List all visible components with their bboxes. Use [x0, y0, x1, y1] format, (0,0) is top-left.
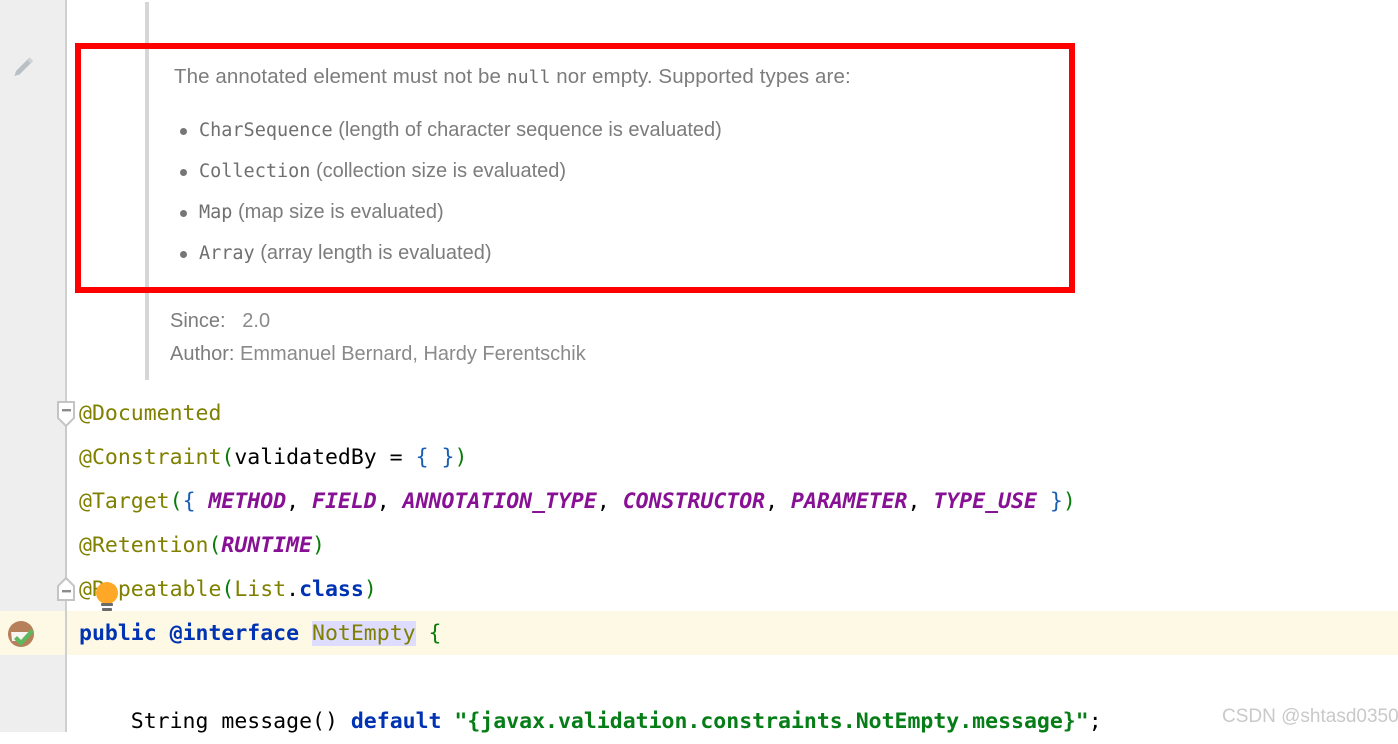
separator: ,	[286, 489, 313, 514]
fold-end-icon[interactable]	[54, 576, 80, 606]
list-item: CharSequence (length of character sequen…	[174, 115, 1154, 146]
annotation-token: @Documented	[79, 401, 222, 426]
javadoc-lead-after: nor empty. Supported types are:	[550, 65, 851, 88]
author-value: Emmanuel Bernard, Hardy Ferentschik	[240, 343, 586, 365]
return-type: String	[130, 709, 209, 734]
annotation-token: @Target	[79, 489, 170, 514]
brace-open: {	[182, 489, 196, 514]
type-name: Array	[199, 243, 255, 264]
code-line-constraint[interactable]: @Constraint(validatedBy = { })	[79, 436, 467, 480]
close-paren: )	[1062, 489, 1076, 514]
since-value: 2.0	[242, 310, 271, 332]
method-name: message()	[221, 709, 338, 734]
separator: ,	[907, 489, 934, 514]
brace-close: }	[1036, 489, 1063, 514]
class-keyword: class	[299, 577, 364, 602]
body-open-brace: {	[428, 621, 442, 646]
close-paren: )	[312, 533, 325, 558]
list-item: Map (map size is evaluated)	[174, 197, 1154, 228]
dot: .	[286, 577, 300, 602]
enum-constant: TYPE_USE	[933, 489, 1037, 514]
close-paren: )	[363, 577, 377, 602]
enum-constant: METHOD	[208, 489, 287, 514]
public-keyword: public	[79, 621, 157, 646]
annotation-token: @Constraint	[79, 445, 222, 470]
type-name-notempty: NotEmpty	[312, 621, 416, 646]
param-name: validatedBy	[234, 445, 377, 470]
enum-constant: ANNOTATION_TYPE	[402, 489, 597, 514]
close-paren: )	[454, 445, 468, 470]
list-item: Array (array length is evaluated)	[174, 238, 1154, 269]
brace-close: }	[441, 445, 455, 470]
intention-bulb-icon[interactable]	[92, 580, 122, 614]
fold-collapse-icon[interactable]	[54, 400, 80, 430]
inspection-widget-row	[0, 611, 65, 655]
ide-window: The annotated element must not be null n…	[0, 0, 1398, 734]
code-editor[interactable]: @Documented @Constraint(validatedBy = { …	[65, 392, 1398, 734]
enum-constant: FIELD	[312, 489, 377, 514]
semicolon: ;	[1088, 709, 1102, 734]
brace-space	[429, 445, 442, 470]
brace-open: {	[415, 445, 429, 470]
separator: ,	[765, 489, 791, 514]
javadoc-author-row: Author: Emmanuel Bernard, Hardy Ferentsc…	[170, 338, 586, 371]
pencil-icon[interactable]	[8, 52, 38, 82]
code-line-target[interactable]: @Target({ METHOD, FIELD, ANNOTATION_TYPE…	[79, 480, 1076, 524]
annotation-token: @Retention	[79, 533, 209, 558]
javadoc-meta-block: Since: 2.0 Author: Emmanuel Bernard, Har…	[170, 305, 586, 371]
type-description: (length of character sequence is evaluat…	[332, 119, 722, 141]
javadoc-since-row: Since: 2.0	[170, 305, 586, 338]
enum-constant: CONSTRUCTOR	[622, 489, 766, 514]
open-paren: (	[221, 577, 235, 602]
javadoc-lead-before: The annotated element must not be	[174, 65, 507, 88]
javadoc-lead-code-null: null	[506, 67, 551, 88]
since-label: Since:	[170, 310, 226, 332]
open-paren: (	[221, 445, 235, 470]
open-paren: (	[208, 533, 222, 558]
type-name: Collection	[199, 161, 311, 182]
code-line-message-method[interactable]: String message() default "{javax.validat…	[79, 700, 1102, 744]
javadoc-quote-bar	[145, 2, 149, 380]
javadoc-lead-paragraph: The annotated element must not be null n…	[174, 62, 1154, 93]
inspection-check-icon[interactable]	[6, 619, 38, 649]
javadoc-supported-types-list: CharSequence (length of character sequen…	[174, 115, 1154, 269]
code-line-retention[interactable]: @Retention(RUNTIME)	[79, 524, 325, 568]
type-name: Map	[199, 202, 233, 223]
open-paren: (	[169, 489, 183, 514]
type-description: (collection size is evaluated)	[310, 160, 567, 182]
code-line-interface-declaration[interactable]: public @interface NotEmpty {	[79, 612, 442, 656]
code-line-repeatable[interactable]: @Repeatable(List.class)	[79, 568, 377, 612]
type-name: CharSequence	[199, 120, 333, 141]
type-description: (array length is evaluated)	[254, 242, 492, 264]
javadoc-body: The annotated element must not be null n…	[174, 62, 1154, 279]
enum-constant: PARAMETER	[791, 489, 908, 514]
type-reference: List	[234, 577, 287, 602]
code-line-documented[interactable]: @Documented	[79, 392, 221, 436]
type-description: (map size is evaluated)	[232, 201, 444, 223]
enum-constant: RUNTIME	[221, 533, 313, 558]
separator: ,	[596, 489, 623, 514]
string-literal: "{javax.validation.constraints.NotEmpty.…	[454, 709, 1089, 734]
equals-sign: =	[376, 445, 416, 470]
interface-keyword: @interface	[169, 621, 300, 646]
author-label: Author:	[170, 343, 235, 365]
default-keyword: default	[350, 709, 442, 734]
separator: ,	[376, 489, 403, 514]
list-item: Collection (collection size is evaluated…	[174, 156, 1154, 187]
